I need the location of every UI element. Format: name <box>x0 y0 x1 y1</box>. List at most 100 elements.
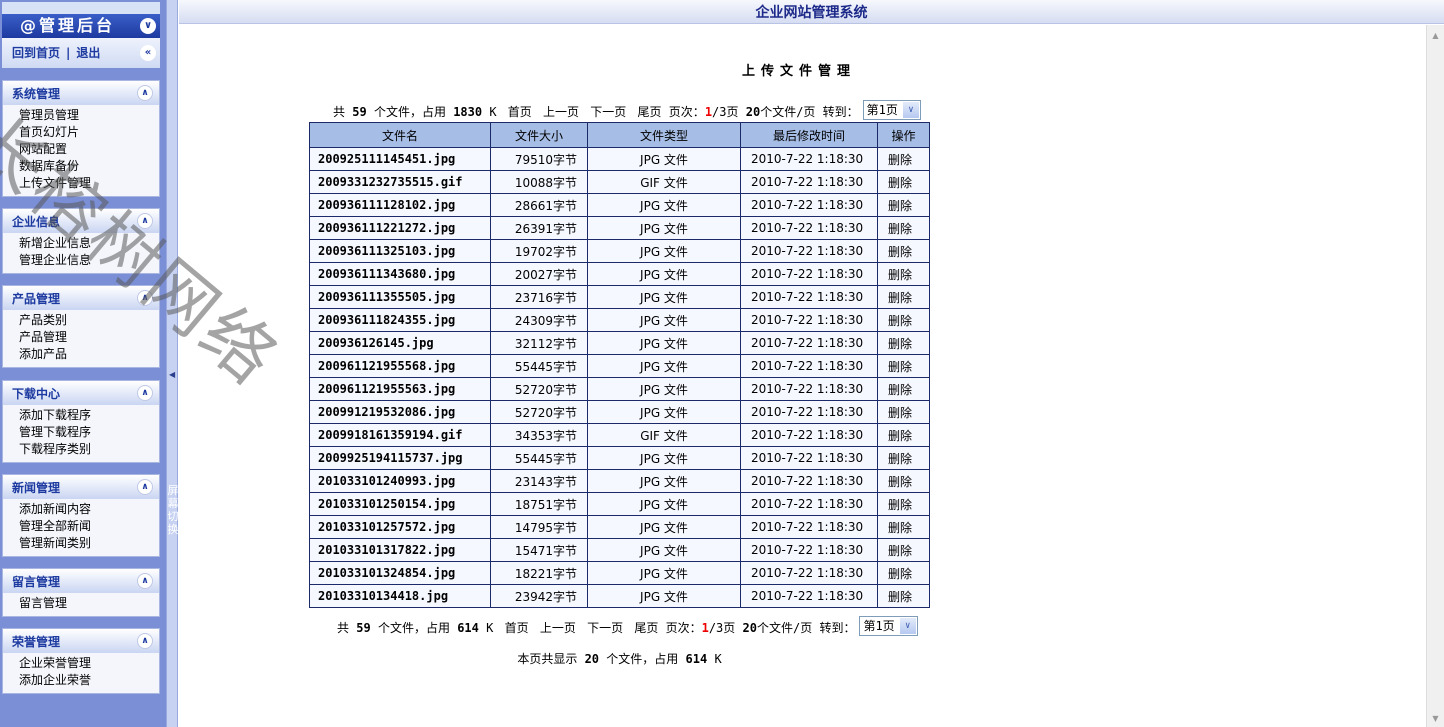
sidebar-menu-item[interactable]: 首页幻灯片 <box>19 124 159 141</box>
sidebar-splitter[interactable]: ◀ 屏幕切换 <box>166 0 179 727</box>
delete-link[interactable]: 删除 <box>877 423 930 447</box>
delete-link[interactable]: 删除 <box>877 354 930 378</box>
delete-link[interactable]: 删除 <box>877 446 930 470</box>
sidebar-menu-item[interactable]: 管理企业信息 <box>19 252 159 269</box>
sidebar-menu-item[interactable]: 留言管理 <box>19 595 159 612</box>
sidebar-menu-item[interactable]: 下载程序类别 <box>19 441 159 458</box>
sidebar-menu-item[interactable]: 管理全部新闻 <box>19 518 159 535</box>
cell-filename: 201033101250154.jpg <box>309 492 491 516</box>
sidebar-menu-item[interactable]: 添加企业荣誉 <box>19 672 159 689</box>
pager-prev-link[interactable]: 上一页 <box>543 105 579 119</box>
sidebar-menu-item[interactable]: 添加下载程序 <box>19 407 159 424</box>
delete-link[interactable]: 删除 <box>877 469 930 493</box>
collapse-icon[interactable]: ∧ <box>137 85 153 101</box>
cell-type: JPG 文件 <box>587 308 741 332</box>
delete-link[interactable]: 删除 <box>877 147 930 171</box>
cell-size: 15471字节 <box>490 538 588 562</box>
logout-link[interactable]: 退出 <box>76 46 100 60</box>
file-table: 文件名 文件大小 文件类型 最后修改时间 操作 200925111145451.… <box>309 122 930 608</box>
delete-link[interactable]: 删除 <box>877 377 930 401</box>
delete-link[interactable]: 删除 <box>877 331 930 355</box>
collapse-icon[interactable]: ∧ <box>137 213 153 229</box>
hide-sidebar-icon[interactable]: « <box>140 45 156 61</box>
cell-modified: 2010-7-22 1:18:30 <box>740 331 878 355</box>
pager-last-link[interactable]: 尾页 <box>634 621 658 635</box>
menu-group-header[interactable]: 新闻管理 ∧ <box>3 475 159 499</box>
sidebar-menu-item[interactable]: 管理员管理 <box>19 107 159 124</box>
menu-group-header[interactable]: 产品管理 ∧ <box>3 286 159 310</box>
collapse-icon[interactable]: ∧ <box>137 290 153 306</box>
delete-link[interactable]: 删除 <box>877 262 930 286</box>
menu-group-header[interactable]: 荣誉管理 ∧ <box>3 629 159 653</box>
table-row: 200936111355505.jpg 23716字节 JPG 文件 2010-7-2… <box>309 285 930 309</box>
menu-group-3: 下载中心 ∧ 添加下载程序 管理下载程序 下载程序类别 <box>2 380 160 463</box>
cell-size: 18751字节 <box>490 492 588 516</box>
delete-link[interactable]: 删除 <box>877 308 930 332</box>
menu-group-header[interactable]: 企业信息 ∧ <box>3 209 159 233</box>
pager-first-link[interactable]: 首页 <box>505 621 529 635</box>
sidebar-menu-item[interactable]: 新增企业信息 <box>19 235 159 252</box>
delete-link[interactable]: 删除 <box>877 170 930 194</box>
menu-group-header[interactable]: 系统管理 ∧ <box>3 81 159 105</box>
cell-modified: 2010-7-22 1:18:30 <box>740 561 878 585</box>
cell-size: 19702字节 <box>490 239 588 263</box>
sidebar-menu-item[interactable]: 添加新闻内容 <box>19 501 159 518</box>
sidebar-menu-item[interactable]: 数据库备份 <box>19 158 159 175</box>
pager-page-label: 页次： <box>665 621 702 635</box>
chevron-down-icon[interactable]: ∨ <box>902 102 919 118</box>
pager-size: 614 <box>457 621 479 635</box>
delete-link[interactable]: 删除 <box>877 561 930 585</box>
sidebar-menu-item[interactable]: 管理下载程序 <box>19 424 159 441</box>
collapse-all-icon[interactable]: ∨ <box>140 18 156 34</box>
cell-type: JPG 文件 <box>587 285 741 309</box>
delete-link[interactable]: 删除 <box>877 285 930 309</box>
scroll-down-icon[interactable]: ▼ <box>1429 712 1442 725</box>
sidebar-menu-item[interactable]: 产品类别 <box>19 312 159 329</box>
menu-group-header[interactable]: 留言管理 ∧ <box>3 569 159 593</box>
collapse-icon[interactable]: ∧ <box>137 385 153 401</box>
screen-switch-label[interactable]: 屏幕切换 <box>167 484 179 536</box>
collapse-icon[interactable]: ∧ <box>137 573 153 589</box>
cell-size: 52720字节 <box>490 377 588 401</box>
menu-item-list: 产品类别 产品管理 添加产品 <box>3 310 159 367</box>
cell-size: 20027字节 <box>490 262 588 286</box>
collapse-icon[interactable]: ∧ <box>137 479 153 495</box>
vertical-scrollbar[interactable]: ▲ ▼ <box>1426 25 1444 727</box>
delete-link[interactable]: 删除 <box>877 216 930 240</box>
delete-link[interactable]: 删除 <box>877 492 930 516</box>
cell-type: GIF 文件 <box>587 170 741 194</box>
delete-link[interactable]: 删除 <box>877 193 930 217</box>
pager-next-link[interactable]: 下一页 <box>587 621 623 635</box>
sidebar-menu-item[interactable]: 管理新闻类别 <box>19 535 159 552</box>
pager-first-link[interactable]: 首页 <box>508 105 532 119</box>
menu-group-header[interactable]: 下载中心 ∧ <box>3 381 159 405</box>
delete-link[interactable]: 删除 <box>877 515 930 539</box>
delete-link[interactable]: 删除 <box>877 400 930 424</box>
pager-next-link[interactable]: 下一页 <box>590 105 626 119</box>
page-select[interactable]: 第1页 ∨ <box>859 616 918 636</box>
sidebar-menu-item[interactable]: 添加产品 <box>19 346 159 363</box>
delete-link[interactable]: 删除 <box>877 239 930 263</box>
menu-group-title: 新闻管理 <box>12 481 61 495</box>
scroll-up-icon[interactable]: ▲ <box>1429 29 1442 42</box>
menu-group-title: 留言管理 <box>12 575 61 589</box>
chevron-down-icon[interactable]: ∨ <box>899 618 916 634</box>
cell-filename: 200936111343680.jpg <box>309 262 491 286</box>
sidebar-menu-item[interactable]: 上传文件管理 <box>19 175 159 192</box>
pager-prev-link[interactable]: 上一页 <box>540 621 576 635</box>
cell-type: JPG 文件 <box>587 561 741 585</box>
cell-size: 23143字节 <box>490 469 588 493</box>
sidebar-menu-item[interactable]: 企业荣誉管理 <box>19 655 159 672</box>
collapse-arrow-icon[interactable]: ◀ <box>169 370 175 379</box>
delete-link[interactable]: 删除 <box>877 584 930 608</box>
home-link[interactable]: 回到首页 <box>12 46 60 60</box>
pager-per-page-num: 20 <box>742 621 757 635</box>
sidebar-menu-item[interactable]: 网站配置 <box>19 141 159 158</box>
sidebar-menu-item[interactable]: 产品管理 <box>19 329 159 346</box>
delete-link[interactable]: 删除 <box>877 538 930 562</box>
table-row: 2009331232735515.gif 10088字节 GIF 文件 2010-7-… <box>309 170 930 194</box>
page-select[interactable]: 第1页 ∨ <box>862 100 921 120</box>
collapse-icon[interactable]: ∧ <box>137 633 153 649</box>
cell-filename: 201033101257572.jpg <box>309 515 491 539</box>
pager-last-link[interactable]: 尾页 <box>638 105 662 119</box>
